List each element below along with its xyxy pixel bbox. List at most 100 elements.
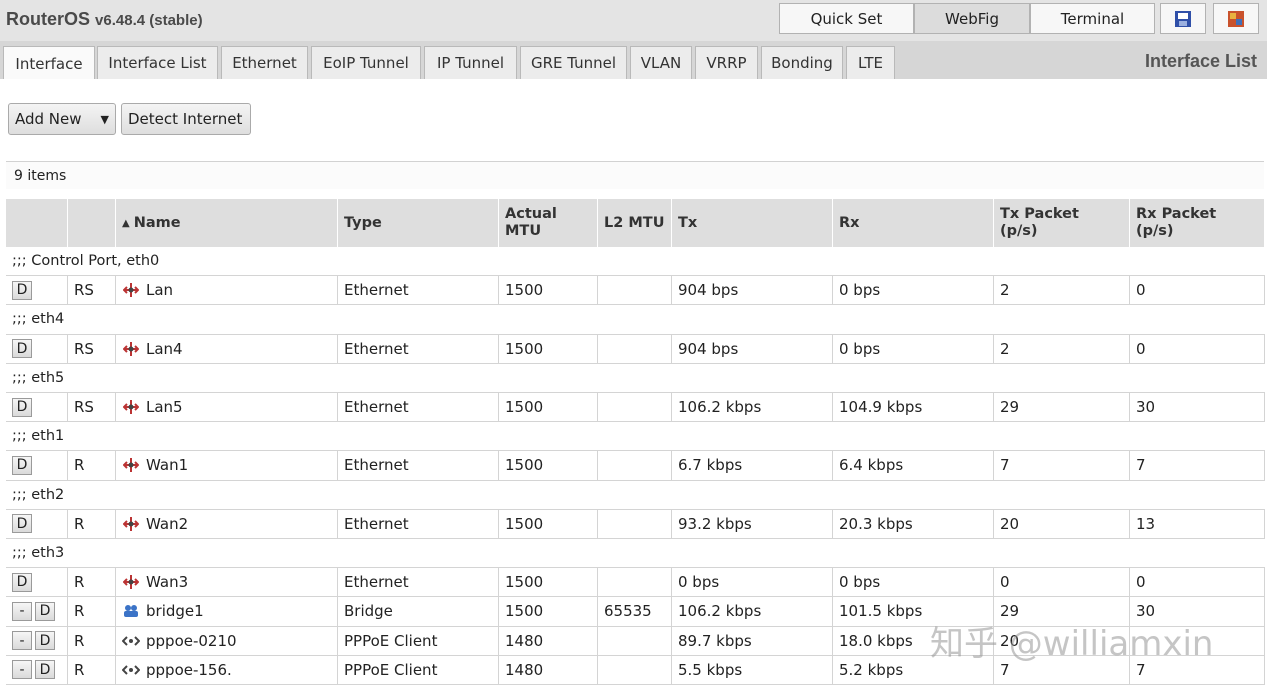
cell-type: PPPoE Client [338, 655, 499, 684]
design-skin-button[interactable] [1213, 3, 1259, 34]
dynamic-toggle-button[interactable]: D [12, 339, 32, 359]
col-rx-packet-line1: Rx Packet [1136, 206, 1217, 222]
col-actual-mtu-line2: MTU [505, 223, 542, 239]
remove-button[interactable]: - [12, 601, 32, 621]
cell-actions: D [6, 276, 68, 305]
cell-flags: R [68, 626, 116, 655]
col-rx[interactable]: Rx [833, 199, 994, 247]
cell-tx: 904 bps [672, 334, 833, 363]
interface-name: Lan4 [146, 339, 183, 358]
pppoe-icon [122, 633, 140, 649]
cell-actual-mtu: 1500 [499, 393, 598, 422]
dynamic-toggle-button[interactable]: D [35, 631, 55, 651]
cell-l2-mtu [598, 393, 672, 422]
cell-actual-mtu: 1500 [499, 334, 598, 363]
quick-set-button[interactable]: Quick Set [779, 3, 914, 34]
comment-row: ;;; Control Port, eth0 [6, 247, 1265, 277]
dynamic-toggle-button[interactable]: D [12, 572, 32, 592]
table-row: D R Wan2 Ethernet 1500 93.2 kbps 20.3 kbps 20 13 [6, 509, 1265, 539]
comment-text: ;;; eth4 [12, 311, 65, 328]
tab-interface-list[interactable]: Interface List [97, 46, 218, 79]
cell-tx: 0 bps [672, 568, 833, 597]
dynamic-toggle-button[interactable]: D [12, 514, 32, 534]
interface-name: Lan [146, 281, 174, 300]
comment-row: ;;; eth5 [6, 363, 1265, 393]
cell-name[interactable]: Wan2 [116, 509, 338, 538]
interface-name: Wan3 [146, 573, 189, 592]
tab-bonding[interactable]: Bonding [761, 46, 843, 79]
interface-name: pppoe-0210 [146, 631, 237, 650]
cell-rx: 104.9 kbps [833, 393, 994, 422]
tab-lte[interactable]: LTE [846, 46, 895, 79]
col-tx-packet-line2: (p/s) [1000, 223, 1038, 239]
cell-tx: 106.2 kbps [672, 393, 833, 422]
tab-ethernet[interactable]: Ethernet [221, 46, 308, 79]
cell-tx: 6.7 kbps [672, 451, 833, 480]
dynamic-toggle-button[interactable]: D [12, 455, 32, 475]
cell-tx-pps: 2 [994, 334, 1130, 363]
col-rx-packet-line2: (p/s) [1136, 223, 1174, 239]
cell-tx: 106.2 kbps [672, 597, 833, 626]
remove-button[interactable]: - [12, 631, 32, 651]
cell-tx-pps: 29 [994, 393, 1130, 422]
col-actions [6, 199, 68, 247]
save-config-button[interactable] [1160, 3, 1206, 34]
cell-name[interactable]: pppoe-156. [116, 655, 338, 684]
cell-flags: RS [68, 334, 116, 363]
cell-actions: -D [6, 597, 68, 626]
cell-type: Ethernet [338, 509, 499, 538]
col-name-label: Name [133, 214, 181, 231]
cell-tx: 5.5 kbps [672, 655, 833, 684]
cell-actions: -D [6, 626, 68, 655]
tab-vlan[interactable]: VLAN [630, 46, 692, 79]
col-name[interactable]: ▲ Name [116, 199, 338, 247]
cell-actions: D [6, 393, 68, 422]
cell-actual-mtu: 1480 [499, 626, 598, 655]
col-type[interactable]: Type [338, 199, 499, 247]
tab-ip-tunnel[interactable]: IP Tunnel [424, 46, 517, 79]
cell-name[interactable]: Wan1 [116, 451, 338, 480]
ethernet-icon [122, 516, 140, 532]
cell-name[interactable]: pppoe-0210 [116, 626, 338, 655]
dynamic-toggle-button[interactable]: D [12, 397, 32, 417]
cell-tx-pps: 2 [994, 276, 1130, 305]
dynamic-toggle-button[interactable]: D [12, 280, 32, 300]
tab-eoip-tunnel[interactable]: EoIP Tunnel [311, 46, 421, 79]
cell-rx: 0 bps [833, 334, 994, 363]
cell-name[interactable]: Lan [116, 276, 338, 305]
tab-gre-tunnel[interactable]: GRE Tunnel [520, 46, 627, 79]
add-new-button[interactable]: Add New ▼ [8, 103, 116, 135]
terminal-button[interactable]: Terminal [1030, 3, 1155, 34]
col-tx[interactable]: Tx [672, 199, 833, 247]
cell-type: Ethernet [338, 568, 499, 597]
table-header: ▲ Name Type Actual MTU L2 MTU Tx Rx Tx Pa… [6, 199, 1265, 247]
cell-rx-pps: 13 [1130, 509, 1265, 538]
tab-vrrp[interactable]: VRRP [695, 46, 758, 79]
cell-rx: 6.4 kbps [833, 451, 994, 480]
dynamic-toggle-button[interactable]: D [35, 660, 55, 680]
cell-rx-pps: 0 [1130, 276, 1265, 305]
detect-internet-button[interactable]: Detect Internet [121, 103, 251, 135]
cell-rx-pps: 7 [1130, 451, 1265, 480]
cell-name[interactable]: bridge1 [116, 597, 338, 626]
cell-name[interactable]: Lan5 [116, 393, 338, 422]
cell-type: Ethernet [338, 276, 499, 305]
col-actual-mtu[interactable]: Actual MTU [499, 199, 598, 247]
cell-actions: D [6, 451, 68, 480]
interface-name: bridge1 [146, 602, 204, 621]
col-rx-packet[interactable]: Rx Packet (p/s) [1130, 199, 1265, 247]
remove-button[interactable]: - [12, 660, 32, 680]
tab-interface[interactable]: Interface [3, 46, 95, 80]
cell-name[interactable]: Wan3 [116, 568, 338, 597]
cell-l2-mtu [598, 509, 672, 538]
dynamic-toggle-button[interactable]: D [35, 601, 55, 621]
cell-flags: R [68, 568, 116, 597]
table-row: D R Wan1 Ethernet 1500 6.7 kbps 6.4 kbps 7 7 [6, 451, 1265, 481]
cell-name[interactable]: Lan4 [116, 334, 338, 363]
webfig-button[interactable]: WebFig [914, 3, 1030, 34]
cell-actions: D [6, 568, 68, 597]
col-l2-mtu[interactable]: L2 MTU [598, 199, 672, 247]
col-flags [68, 199, 116, 247]
col-tx-packet[interactable]: Tx Packet (p/s) [994, 199, 1130, 247]
cell-tx-pps: 7 [994, 451, 1130, 480]
